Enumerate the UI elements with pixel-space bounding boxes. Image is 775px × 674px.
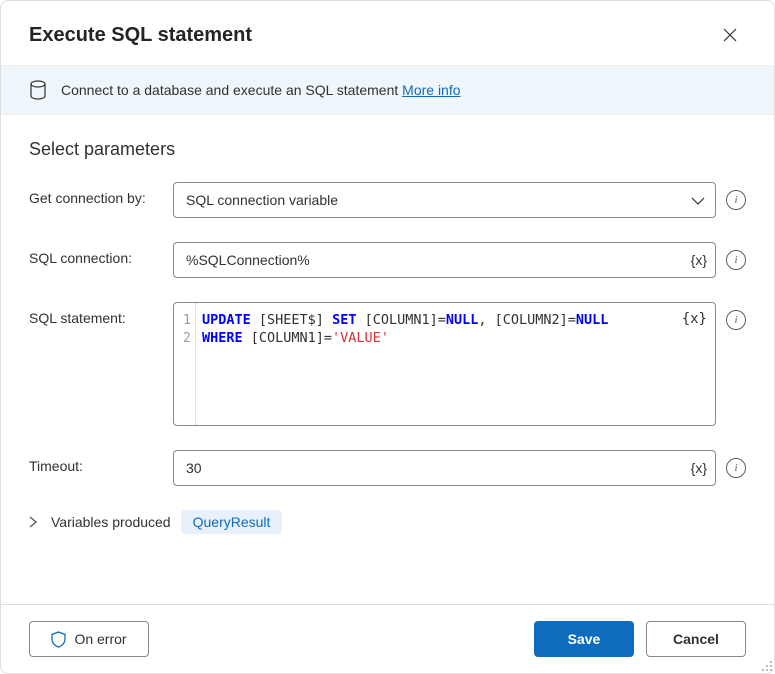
save-label: Save — [568, 631, 601, 647]
timeout-value: 30 — [186, 460, 202, 476]
sql-connection-control: %SQLConnection% {x} i — [173, 242, 746, 278]
code-content[interactable]: UPDATE [SHEET$] SET [COLUMN1]=NULL, [COL… — [196, 303, 715, 425]
sql-statement-info-icon[interactable]: i — [726, 310, 746, 330]
variable-picker-icon[interactable]: {x} — [691, 460, 707, 476]
sql-statement-row: SQL statement: 12 UPDATE [SHEET$] SET [C… — [29, 302, 746, 426]
on-error-label: On error — [74, 631, 126, 647]
sql-statement-editor[interactable]: 12 UPDATE [SHEET$] SET [COLUMN1]=NULL, [… — [173, 302, 716, 426]
save-button[interactable]: Save — [534, 621, 634, 657]
get-connection-control: SQL connection variable i — [173, 182, 746, 218]
timeout-control: 30 {x} i — [173, 450, 746, 486]
dialog: Execute SQL statement Connect to a datab… — [0, 0, 775, 674]
get-connection-value: SQL connection variable — [186, 192, 338, 208]
close-button[interactable] — [714, 19, 746, 51]
footer-actions: Save Cancel — [534, 621, 746, 657]
close-icon — [723, 28, 737, 42]
timeout-row: Timeout: 30 {x} i — [29, 450, 746, 486]
sql-statement-control: 12 UPDATE [SHEET$] SET [COLUMN1]=NULL, [… — [173, 302, 746, 426]
dialog-body: Select parameters Get connection by: SQL… — [1, 115, 774, 604]
section-title: Select parameters — [29, 139, 746, 160]
variable-picker-icon[interactable]: {x} — [682, 311, 707, 327]
sql-connection-info-icon[interactable]: i — [726, 250, 746, 270]
timeout-input[interactable]: 30 {x} — [173, 450, 716, 486]
on-error-button[interactable]: On error — [29, 621, 149, 657]
chevron-right-icon[interactable] — [29, 516, 41, 528]
cancel-label: Cancel — [673, 631, 719, 647]
get-connection-select[interactable]: SQL connection variable — [173, 182, 716, 218]
more-info-link[interactable]: More info — [402, 82, 460, 98]
sql-connection-label: SQL connection: — [29, 242, 159, 266]
sql-connection-value: %SQLConnection% — [186, 252, 310, 268]
shield-icon — [51, 631, 66, 648]
dialog-footer: On error Save Cancel — [1, 604, 774, 673]
timeout-info-icon[interactable]: i — [726, 458, 746, 478]
sql-connection-input[interactable]: %SQLConnection% {x} — [173, 242, 716, 278]
chevron-down-icon — [691, 192, 705, 208]
variable-chip[interactable]: QueryResult — [181, 510, 283, 534]
dialog-header: Execute SQL statement — [1, 1, 774, 65]
info-banner: Connect to a database and execute an SQL… — [1, 65, 774, 115]
resize-grip-icon[interactable] — [759, 658, 773, 672]
get-connection-row: Get connection by: SQL connection variab… — [29, 182, 746, 218]
variable-picker-icon[interactable]: {x} — [691, 252, 707, 268]
banner-text: Connect to a database and execute an SQL… — [61, 82, 461, 98]
variables-produced-label[interactable]: Variables produced — [51, 514, 171, 530]
timeout-label: Timeout: — [29, 450, 159, 474]
database-icon — [29, 80, 47, 100]
cancel-button[interactable]: Cancel — [646, 621, 746, 657]
banner-message: Connect to a database and execute an SQL… — [61, 82, 402, 98]
dialog-title: Execute SQL statement — [29, 24, 252, 47]
variables-produced-row: Variables produced QueryResult — [29, 510, 746, 534]
get-connection-info-icon[interactable]: i — [726, 190, 746, 210]
code-gutter: 12 — [174, 303, 196, 425]
sql-connection-row: SQL connection: %SQLConnection% {x} i — [29, 242, 746, 278]
sql-statement-label: SQL statement: — [29, 302, 159, 326]
get-connection-label: Get connection by: — [29, 182, 159, 206]
